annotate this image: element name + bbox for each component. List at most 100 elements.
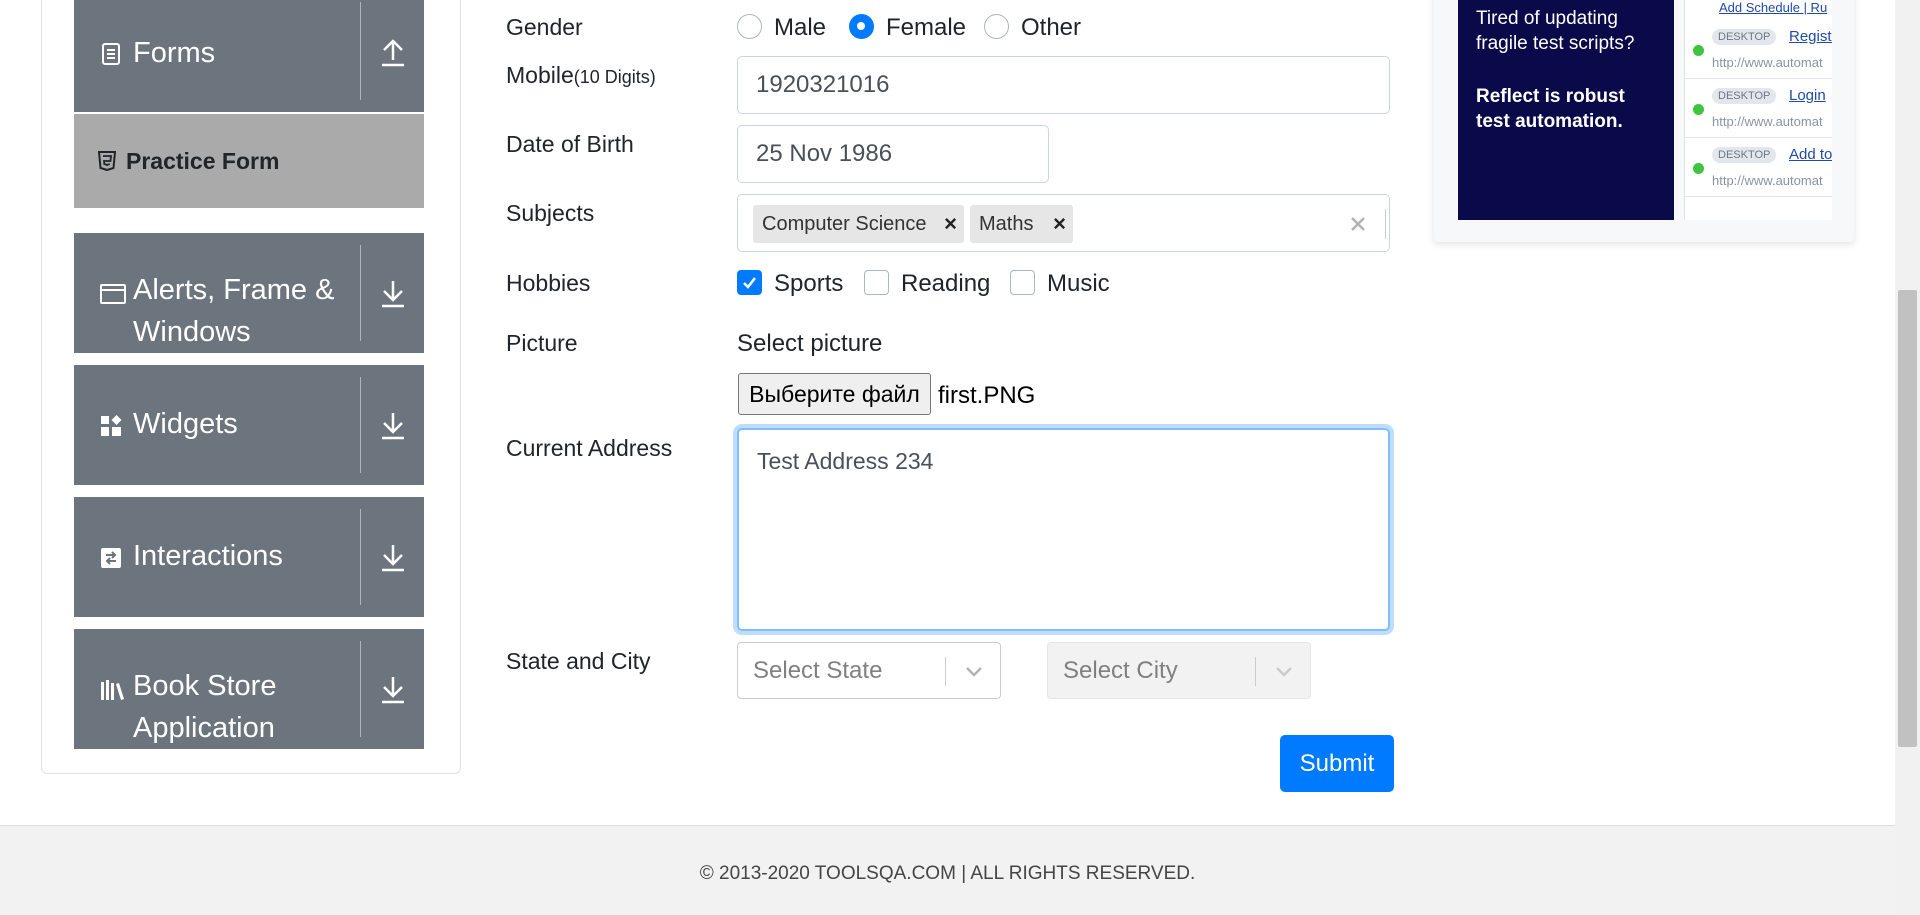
books-icon [101,680,124,700]
sidebar-group-forms[interactable]: Forms [74,0,424,112]
hobby-option-sports[interactable]: Sports [774,270,843,298]
advertisement[interactable]: Tired of updating fragile test scripts? … [1434,0,1854,242]
divider [1255,657,1256,686]
ad-test-list: Add Schedule | Ru DESKTOP Registr http:/… [1684,0,1832,220]
ad-text-tagline: Reflect is robust test automation. [1476,86,1625,132]
ad-list-row: DESKTOP Login http://www.automat [1685,80,1832,138]
divider [945,657,946,686]
dob-input[interactable]: 25 Nov 1986 [737,125,1049,183]
city-select-placeholder: Select City [1063,657,1178,684]
ad-text-question: Tired of updating fragile test scripts? [1476,8,1635,54]
sidebar-group-book-store[interactable]: Book Store Application [74,629,424,749]
subject-chip: Maths × [970,205,1073,243]
remove-chip-icon[interactable]: × [944,211,957,237]
select-picture-text: Select picture [737,330,883,357]
divider [360,509,361,605]
submit-button[interactable]: Submit [1280,735,1394,792]
subject-chip-label: Maths [979,212,1034,235]
city-select[interactable]: Select City [1047,642,1311,699]
ad-badge: DESKTOP [1712,88,1777,104]
remove-chip-icon[interactable]: × [1053,211,1066,237]
divider [360,377,361,473]
mobile-value: 1920321016 [756,71,890,98]
gender-radio-male[interactable] [737,14,762,39]
mobile-label-text: Mobile [506,62,574,88]
sidebar-group-interactions-label: Interactions [133,540,283,572]
html5-icon [98,151,116,171]
arrow-down-icon[interactable] [379,277,407,309]
dob-value: 25 Nov 1986 [756,140,893,167]
selected-file-name: first.PNG [938,382,1036,409]
hobby-option-reading[interactable]: Reading [901,270,990,298]
ad-link: Registr [1789,28,1832,45]
divider [1385,209,1386,239]
subject-chip-label: Computer Science [762,212,927,235]
gender-option-male[interactable]: Male [774,14,826,42]
dob-label: Date of Birth [506,131,634,157]
ad-url: http://www.automat [1712,173,1823,188]
sidebar-group-forms-label: Forms [133,37,216,69]
form-icon [102,43,120,65]
checkmark-icon [743,277,756,289]
sidebar-item-practice-form-label: Practice Form [126,148,280,174]
arrow-down-icon[interactable] [379,673,407,705]
window-icon [100,284,126,304]
chevron-down-icon [1276,667,1292,677]
ad-list-row: DESKTOP Registr http://www.automat [1685,21,1832,79]
hobby-checkbox-music[interactable] [1010,270,1035,295]
subject-chip: Computer Science × [753,205,964,243]
gender-option-female[interactable]: Female [886,14,966,42]
sidebar-group-alerts-label: Alerts, Frame & Windows [133,274,335,348]
footer: © 2013-2020 TOOLSQA.COM | ALL RIGHTS RES… [0,825,1895,915]
ad-url: http://www.automat [1712,114,1823,129]
ad-badge: DESKTOP [1712,147,1777,163]
state-select-placeholder: Select State [753,657,883,684]
ad-banner: Tired of updating fragile test scripts? … [1458,0,1674,220]
ad-url: http://www.automat [1712,55,1823,70]
hobbies-label: Hobbies [506,270,591,296]
hobby-option-music[interactable]: Music [1047,270,1110,298]
mobile-label: Mobile(10 Digits) [506,62,656,89]
status-dot-icon [1693,45,1704,56]
choose-file-button[interactable]: Выберите файл [738,373,931,415]
subjects-label: Subjects [506,200,595,226]
gender-label: Gender [506,14,583,40]
widgets-icon [101,415,122,436]
state-city-label: State and City [506,648,651,674]
ad-top-links: Add Schedule | Ru [1719,0,1828,15]
chevron-down-icon [966,667,982,677]
ad-link: Login [1789,87,1826,104]
sidebar-group-interactions[interactable]: Interactions [74,497,424,617]
picture-label: Picture [506,330,578,356]
divider [360,641,361,737]
mobile-input[interactable]: 1920321016 [737,56,1390,114]
arrow-down-icon[interactable] [379,409,407,441]
gender-radio-other[interactable] [984,14,1009,39]
status-dot-icon [1693,104,1704,115]
state-select[interactable]: Select State [737,642,1001,699]
ad-badge: DESKTOP [1712,29,1777,45]
sidebar-group-widgets-label: Widgets [133,408,238,440]
divider [360,245,361,341]
scrollbar-thumb[interactable] [1898,290,1917,747]
sidebar-group-book-store-label: Book Store Application [133,670,277,744]
gender-radio-female[interactable] [849,14,874,39]
divider [360,2,361,100]
clear-all-icon[interactable] [1349,215,1367,233]
ad-link: Add to [1789,146,1832,163]
gender-option-other[interactable]: Other [1021,14,1081,42]
address-textarea[interactable]: Test Address 234 [737,428,1390,631]
footer-copyright: © 2013-2020 TOOLSQA.COM | ALL RIGHTS RES… [699,863,1196,884]
sidebar-item-practice-form[interactable]: Practice Form [74,114,424,208]
ad-list-row: DESKTOP Add to http://www.automat [1685,139,1832,197]
mobile-hint: (10 Digits) [573,67,656,87]
address-label: Current Address [506,435,673,461]
arrow-down-icon[interactable] [379,541,407,573]
sidebar-group-alerts[interactable]: Alerts, Frame & Windows [74,233,424,353]
arrow-up-icon[interactable] [379,36,407,68]
hobby-checkbox-reading[interactable] [864,270,889,295]
sidebar-group-widgets[interactable]: Widgets [74,365,424,485]
status-dot-icon [1693,163,1704,174]
interactions-icon [101,548,121,568]
hobby-checkbox-sports[interactable] [737,270,762,295]
